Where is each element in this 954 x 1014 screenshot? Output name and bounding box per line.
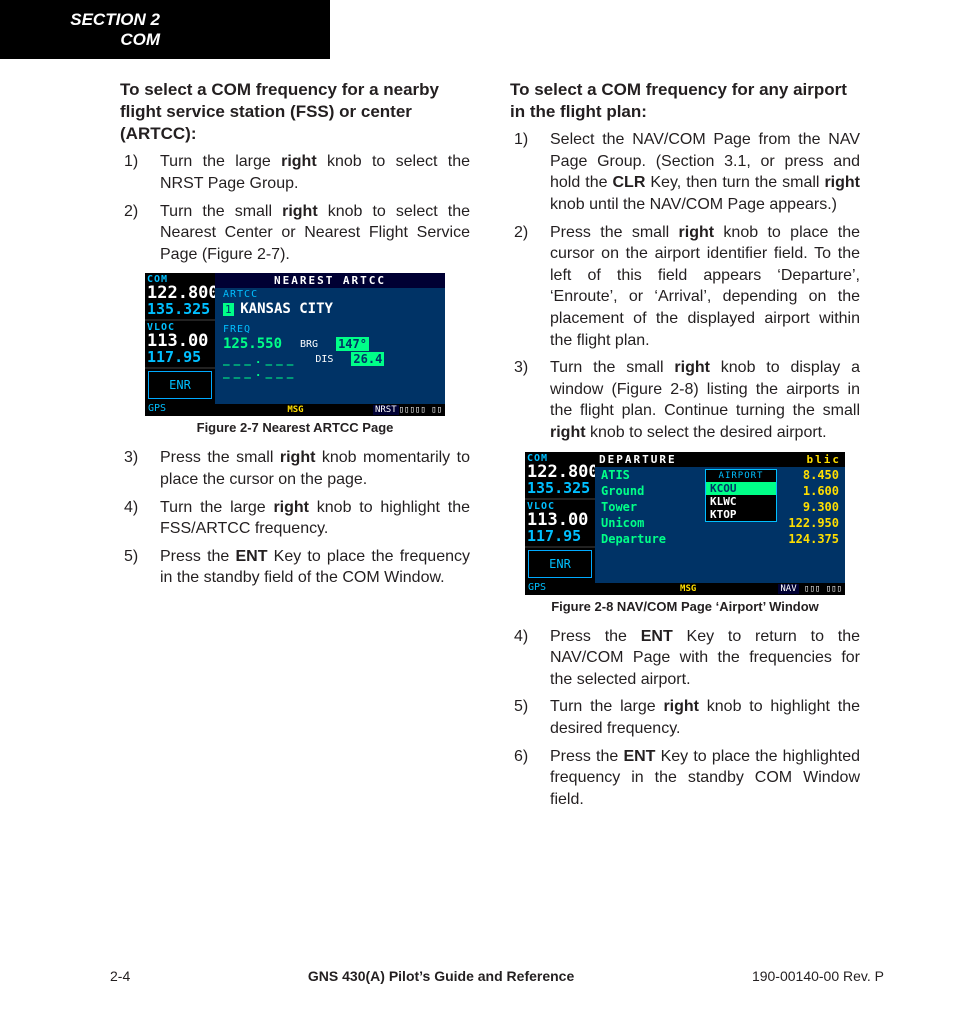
step: 1) Select the NAV/COM Page from the NAV … <box>510 129 860 215</box>
left-column: To select a COM frequency for a nearby f… <box>120 79 470 816</box>
gps-right-panel: NEAREST ARTCC ARTCC 1 KANSAS CITY FREQ 1… <box>215 273 445 416</box>
right-column: To select a COM frequency for any airpor… <box>510 79 860 816</box>
page-footer: 2-4 GNS 430(A) Pilot’s Guide and Referen… <box>0 968 954 984</box>
figure-2-7: COM 122.800 135.325 VLOC 113.00 117.95 E… <box>145 273 445 416</box>
step: 3) Press the small right knob momentaril… <box>120 447 470 490</box>
section-line2: COM <box>0 30 330 50</box>
step: 4) Turn the large right knob to highligh… <box>120 497 470 540</box>
step: 6) Press the ENT Key to place the highli… <box>510 746 860 811</box>
step: 4) Press the ENT Key to return to the NA… <box>510 626 860 691</box>
gps-left-panel: COM 122.800 135.325 VLOC 113.00 117.95 E… <box>145 273 215 416</box>
footer-page-number: 2-4 <box>110 968 130 984</box>
footer-title: GNS 430(A) Pilot’s Guide and Reference <box>308 968 574 984</box>
step: 3) Turn the small right knob to display … <box>510 357 860 443</box>
footer-doc-id: 190-00140-00 Rev. P <box>752 968 884 984</box>
step: 2) Press the small right knob to place t… <box>510 222 860 352</box>
section-tab: SECTION 2 COM <box>0 0 330 59</box>
airport-popup: AIRPORT KCOU KLWC KTOP <box>705 469 777 522</box>
gps-right-panel: DEPARTURE blic ATIS8.450 Ground1.600 Tow… <box>595 452 845 595</box>
figure-2-8: COM 122.800 135.325 VLOC 113.00 117.95 E… <box>525 452 845 595</box>
figure-2-7-caption: Figure 2-7 Nearest ARTCC Page <box>120 420 470 435</box>
page-body: To select a COM frequency for a nearby f… <box>0 59 954 816</box>
step: 2) Turn the small right knob to select t… <box>120 201 470 266</box>
section-line1: SECTION 2 <box>0 10 330 30</box>
left-procedure-title: To select a COM frequency for a nearby f… <box>120 79 470 145</box>
step: 5) Turn the large right knob to highligh… <box>510 696 860 739</box>
step: 5) Press the ENT Key to place the freque… <box>120 546 470 589</box>
figure-2-8-caption: Figure 2-8 NAV/COM Page ‘Airport’ Window <box>510 599 860 614</box>
gps-left-panel: COM 122.800 135.325 VLOC 113.00 117.95 E… <box>525 452 595 595</box>
step: 1) Turn the large right knob to select t… <box>120 151 470 194</box>
right-procedure-title: To select a COM frequency for any airpor… <box>510 79 860 123</box>
